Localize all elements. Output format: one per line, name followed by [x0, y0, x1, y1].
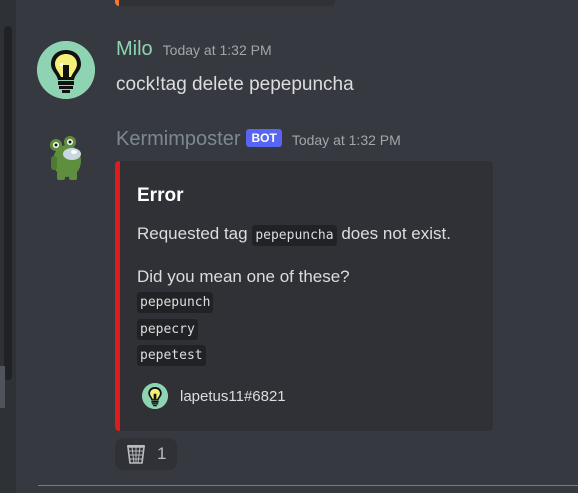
- footer-avatar: [142, 383, 168, 409]
- side-indicator: [0, 366, 5, 408]
- inline-code: pepecry: [137, 318, 198, 340]
- text: does not exist.: [336, 224, 451, 243]
- bot-tag: BOT: [246, 129, 282, 147]
- suggestion-item: pepecry: [137, 316, 475, 343]
- suggestion-item: pepetest: [137, 342, 475, 369]
- reaction-count: 1: [157, 444, 167, 463]
- reaction-button[interactable]: 1: [115, 438, 177, 470]
- suggestion-item: pepepunch: [137, 289, 475, 316]
- embed-line: Requested tag pepepuncha does not exist.: [137, 221, 475, 248]
- timestamp[interactable]: Today at 1:32 PM: [163, 42, 272, 58]
- timestamp[interactable]: Today at 1:32 PM: [292, 132, 401, 148]
- text: Requested tag: [137, 224, 253, 243]
- inline-code: pepepuncha: [252, 225, 337, 246]
- lightbulb-icon: [37, 41, 95, 99]
- error-embed: Error Requested tag pepepuncha does not …: [115, 161, 493, 431]
- inline-code: pepepunch: [137, 292, 214, 313]
- frog-crewmate-icon: [50, 136, 81, 180]
- message-content: cock!tag delete pepepuncha: [116, 74, 354, 95]
- embed-footer: lapetus11#6821: [142, 383, 286, 409]
- username[interactable]: Milo: [116, 38, 153, 61]
- inline-code: pepetest: [137, 345, 206, 366]
- embed-line: Did you mean one of these?: [137, 267, 350, 286]
- avatar[interactable]: [37, 41, 95, 99]
- new-messages-divider: [38, 485, 578, 486]
- username[interactable]: Kermimposter: [116, 128, 240, 151]
- embed-description: Requested tag pepepuncha does not exist.…: [137, 221, 475, 369]
- chat-view: Milo Today at 1:32 PM cock!tag delete pe…: [0, 0, 578, 493]
- message-header: Kermimposter BOT Today at 1:32 PM: [116, 128, 401, 154]
- scrollbar-thumb[interactable]: [4, 26, 12, 380]
- message-header: Milo Today at 1:32 PM: [116, 38, 272, 64]
- wastebasket-icon: [127, 445, 145, 464]
- scrollbar-track[interactable]: [0, 0, 16, 493]
- lightbulb-icon: [142, 383, 168, 409]
- embed-title: Error: [137, 185, 184, 206]
- footer-text: lapetus11#6821: [180, 387, 286, 405]
- avatar[interactable]: [37, 128, 95, 186]
- previous-embed-edge: [115, 0, 335, 6]
